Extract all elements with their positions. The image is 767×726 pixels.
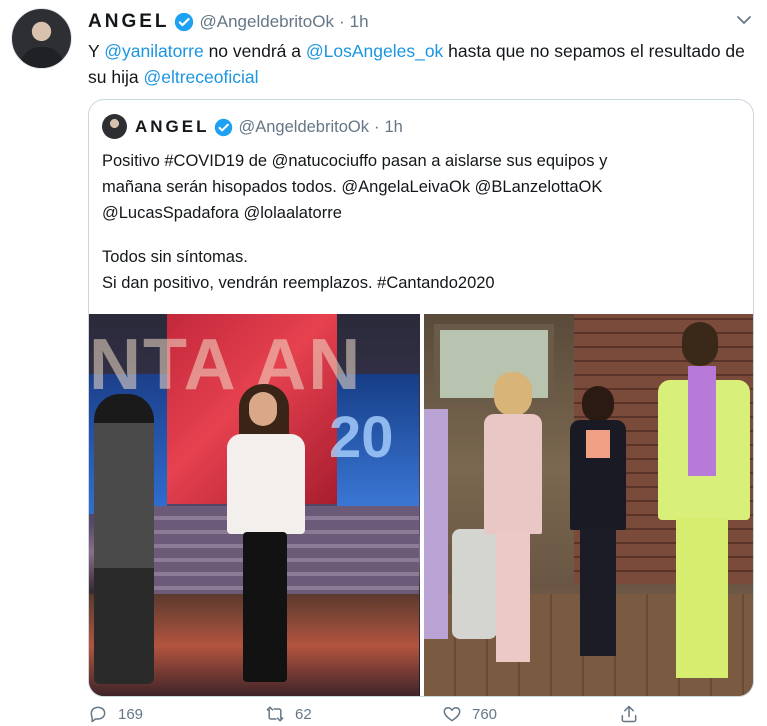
retweet-button[interactable]: 62 — [265, 704, 312, 724]
quoted-tweet-header: ANGEL @AngeldebritoOk · 1h — [135, 115, 403, 139]
mention-link[interactable]: @eltreceoficial — [143, 67, 258, 87]
verified-badge-icon — [214, 118, 232, 136]
share-button[interactable] — [619, 704, 639, 724]
tweet-text: Y @yanilatorre no vendrá a @LosAngeles_o… — [88, 38, 748, 90]
reply-button[interactable]: 169 — [88, 704, 143, 724]
mention-link[interactable]: @LosAngeles_ok — [306, 41, 443, 61]
tweet-timestamp[interactable]: 1h — [350, 12, 369, 32]
face — [249, 392, 277, 426]
quoted-text-line: mañana serán hisopados todos. @AngelaLei… — [102, 178, 603, 196]
separator-dot: · — [338, 12, 345, 31]
separator-dot: · — [374, 117, 380, 136]
tweet-text-segment: no vendrá a — [203, 41, 306, 61]
media-grid: NTA AN 20 — [89, 314, 753, 696]
hair — [494, 372, 532, 416]
tweet-actions: 169 62 760 — [88, 704, 748, 726]
jacket — [227, 434, 305, 534]
verified-badge-icon — [174, 12, 193, 32]
quoted-tweet[interactable]: ANGEL @AngeldebritoOk · 1h Positivo #COV… — [88, 99, 754, 697]
heart-icon — [443, 707, 461, 722]
like-count: 760 — [472, 705, 498, 723]
person-plaid-suit — [94, 394, 154, 684]
quoted-text-line: Si dan positivo, vendrán reemplazos. #Ca… — [102, 274, 495, 292]
top — [586, 430, 610, 458]
author-name[interactable]: ANGEL — [88, 11, 170, 33]
reply-icon — [90, 706, 106, 723]
share-icon — [621, 705, 637, 723]
retweet-icon — [266, 706, 284, 722]
quoted-text-line: @LucasSpadafora @lolaalatorre — [102, 204, 342, 222]
person-dark-suit — [566, 386, 630, 661]
legs — [496, 532, 530, 662]
stage-year: 20 — [329, 405, 394, 470]
person-white-jacket — [221, 384, 311, 689]
quoted-author-handle: @AngeldebritoOk — [238, 117, 370, 136]
quoted-tweet-text: Positivo #COVID19 de @natucociuffo pasan… — [102, 148, 742, 296]
quoted-author-name: ANGEL — [135, 117, 210, 136]
author-handle[interactable]: @AngeldebritoOk — [200, 12, 334, 32]
person-lime-suit — [652, 322, 752, 682]
quoted-author-avatar — [102, 114, 127, 139]
photo-room[interactable] — [424, 314, 753, 696]
legs — [243, 532, 287, 682]
like-button[interactable]: 760 — [442, 704, 497, 724]
mention-link[interactable]: @yanilatorre — [104, 41, 203, 61]
hair — [582, 386, 614, 422]
photo-stage[interactable]: NTA AN 20 — [89, 314, 420, 696]
retweet-count: 62 — [295, 705, 312, 723]
person-pink-suit — [482, 372, 544, 667]
legs — [580, 528, 616, 656]
legs — [676, 518, 728, 678]
quoted-text-line: Positivo #COVID19 de @natucociuffo pasan… — [102, 152, 608, 170]
tweet: ANGEL @AngeldebritoOk · 1h Y @yanilatorr… — [0, 0, 767, 726]
turtleneck — [688, 366, 716, 476]
chevron-down-icon[interactable] — [736, 12, 752, 28]
author-avatar[interactable] — [11, 8, 72, 69]
reply-count: 169 — [118, 705, 144, 723]
quoted-tweet-timestamp: 1h — [384, 117, 403, 136]
person-partial-left — [424, 409, 448, 639]
hair — [682, 322, 718, 366]
jacket — [484, 414, 542, 534]
tweet-header: ANGEL @AngeldebritoOk · 1h — [88, 10, 369, 34]
tweet-text-segment: Y — [88, 41, 105, 61]
quoted-text-line: Todos sin síntomas. — [102, 248, 248, 266]
